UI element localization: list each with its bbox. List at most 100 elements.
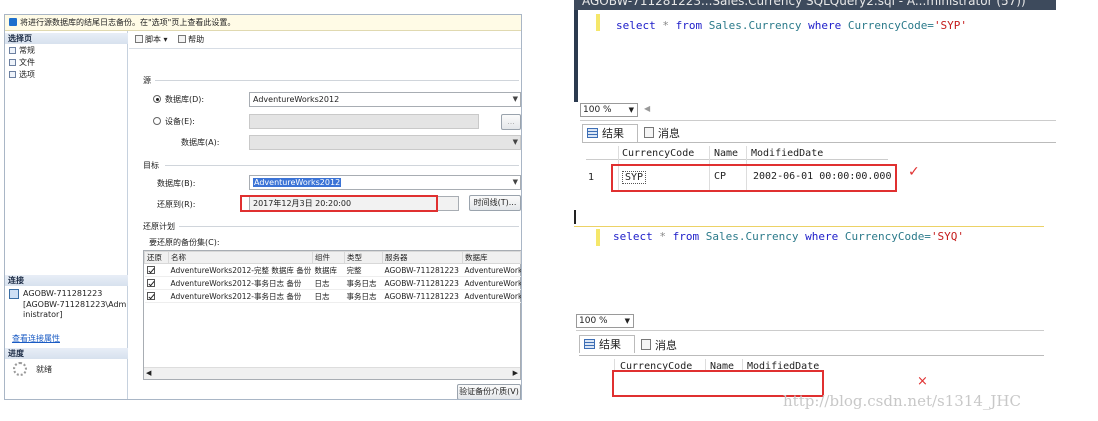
page-item-options[interactable]: 选项 bbox=[9, 69, 35, 80]
progress-header: 进度 bbox=[5, 348, 128, 359]
divider bbox=[155, 80, 519, 81]
editor-margin bbox=[574, 10, 578, 102]
backup-name: AdventureWorks2012-完整 数据库 备份 bbox=[168, 263, 313, 277]
divider bbox=[582, 142, 1056, 143]
backup-server: AGOBW-711281223 bbox=[382, 276, 463, 290]
progress-spinner-icon bbox=[13, 362, 27, 376]
document-tabs: AGOBW-711281223...Sales.Currency SQLQuer… bbox=[574, 0, 1056, 10]
backup-database: AdventureWorks2012 bbox=[462, 263, 521, 277]
divider bbox=[579, 355, 1044, 356]
right-pane: 脚本 ▾ 帮助 源 数据库(D): AdventureWorks2012 ▼ 设备… bbox=[129, 31, 521, 399]
backup-database: AdventureWorks2012 bbox=[462, 289, 521, 303]
row-number: 1 bbox=[588, 172, 595, 183]
backup-name: AdventureWorks2012-事务日志 备份 bbox=[168, 289, 313, 303]
annotation-red-box bbox=[240, 195, 438, 212]
table-row: AdventureWorks2012-完整 数据库 备份 数据库 完整 AGOB… bbox=[144, 263, 521, 277]
column-header[interactable]: ModifiedDate bbox=[751, 148, 823, 159]
query-window-2: select * from Sales.Currency where Curre… bbox=[574, 210, 1044, 400]
destination-database-label: 数据库(B): bbox=[157, 179, 196, 188]
restore-checkbox[interactable] bbox=[146, 278, 155, 287]
radio-selected-icon bbox=[153, 95, 161, 103]
info-icon bbox=[9, 18, 17, 26]
backup-type: 完整 bbox=[344, 263, 383, 277]
page-item-general[interactable]: 常规 bbox=[9, 45, 35, 56]
column-header[interactable]: 服务器 bbox=[382, 251, 463, 264]
page-icon bbox=[9, 59, 16, 66]
backup-server: AGOBW-711281223 bbox=[382, 263, 463, 277]
backup-component: 数据库 bbox=[312, 263, 345, 277]
column-header[interactable]: 类型 bbox=[344, 251, 383, 264]
tab-messages[interactable]: 消息 bbox=[640, 125, 694, 143]
select-page-header: 选择页 bbox=[5, 33, 128, 44]
tab-results[interactable]: 结果 bbox=[579, 335, 635, 353]
source-device-radio[interactable]: 设备(E): bbox=[153, 116, 195, 127]
divider bbox=[580, 120, 1056, 121]
column-header[interactable]: 名称 bbox=[168, 251, 313, 264]
left-pane: 选择页 常规 文件 选项 连接 AGOBW-711281223 [AGOBW-7… bbox=[5, 31, 128, 399]
tab-results[interactable]: 结果 bbox=[582, 124, 638, 142]
table-row: AdventureWorks2012-事务日志 备份 日志 事务日志 AGOBW… bbox=[144, 276, 521, 290]
chevron-down-icon: ▼ bbox=[512, 95, 518, 103]
help-icon bbox=[178, 35, 187, 43]
source-database-radio[interactable]: 数据库(D): bbox=[153, 94, 204, 105]
scroll-right-icon[interactable]: ▶ bbox=[513, 369, 518, 377]
restore-to-label: 还原到(R): bbox=[157, 200, 196, 209]
radio-unselected-icon bbox=[153, 117, 161, 125]
column-header[interactable]: Name bbox=[714, 148, 738, 159]
backup-name: AdventureWorks2012-事务日志 备份 bbox=[168, 276, 313, 290]
results-grid-icon bbox=[587, 128, 598, 138]
backup-sets-label: 要还原的备份集(C): bbox=[149, 238, 220, 247]
editor-margin bbox=[574, 210, 576, 224]
check-mark-icon: ✓ bbox=[908, 164, 920, 180]
source-device-input[interactable] bbox=[249, 114, 479, 129]
divider bbox=[165, 165, 519, 166]
script-icon bbox=[135, 35, 143, 43]
destination-database-select[interactable]: AdventureWorks2012 ▼ bbox=[249, 175, 521, 190]
messages-icon bbox=[641, 339, 651, 350]
page-icon bbox=[9, 71, 16, 78]
chevron-down-icon: ▼ bbox=[512, 138, 518, 146]
zoom-select[interactable]: 100 % ▼ bbox=[576, 314, 634, 328]
help-button[interactable]: 帮助 bbox=[178, 31, 204, 49]
scroll-left-icon[interactable]: ◀ bbox=[644, 104, 650, 113]
restore-checkbox[interactable] bbox=[146, 291, 155, 300]
connection-server: AGOBW-711281223 bbox=[23, 289, 103, 298]
divider bbox=[576, 330, 1044, 331]
source-device-db-select[interactable]: ▼ bbox=[249, 135, 521, 150]
browse-device-button[interactable]: ... bbox=[501, 114, 521, 130]
restore-checkbox[interactable] bbox=[146, 265, 155, 274]
source-database-select[interactable]: AdventureWorks2012 ▼ bbox=[249, 92, 521, 107]
page-item-files[interactable]: 文件 bbox=[9, 57, 35, 68]
change-tracking-bar bbox=[596, 229, 600, 246]
verify-backup-media-button[interactable]: 验证备份介质(V) bbox=[457, 384, 521, 399]
scroll-left-icon[interactable]: ◀ bbox=[146, 369, 151, 377]
tab-messages[interactable]: 消息 bbox=[637, 337, 691, 355]
sql-editor-line[interactable]: select * from Sales.Currency where Curre… bbox=[613, 230, 964, 243]
script-button[interactable]: 脚本 ▾ bbox=[135, 31, 168, 49]
annotation-red-box bbox=[611, 164, 897, 192]
sql-editor-line[interactable]: select * from Sales.Currency where Curre… bbox=[616, 19, 967, 32]
table-row: AdventureWorks2012-事务日志 备份 日志 事务日志 AGOBW… bbox=[144, 289, 521, 303]
column-header[interactable]: CurrencyCode bbox=[622, 148, 694, 159]
watermark: http://blog.csdn.net/s1314_JHC bbox=[783, 392, 1021, 410]
results-grid-icon bbox=[584, 339, 595, 349]
divider bbox=[574, 226, 1044, 227]
chevron-down-icon: ▼ bbox=[624, 317, 630, 325]
document-tabs-text[interactable]: AGOBW-711281223...Sales.Currency SQLQuer… bbox=[582, 0, 1026, 8]
view-connection-properties-link[interactable]: 查看连接属性 bbox=[12, 333, 60, 344]
restore-database-dialog: 将进行源数据库的结尾日志备份。在"选项"页上查看此设置。 选择页 常规 文件 选… bbox=[4, 14, 522, 400]
destination-group-title: 目标 bbox=[143, 161, 159, 170]
column-header[interactable]: 还原 bbox=[144, 251, 169, 264]
messages-icon bbox=[644, 127, 654, 138]
timeline-button[interactable]: 时间线(T)... bbox=[469, 195, 521, 211]
backup-component: 日志 bbox=[312, 289, 345, 303]
column-header[interactable]: 组件 bbox=[312, 251, 345, 264]
backup-component: 日志 bbox=[312, 276, 345, 290]
horizontal-scrollbar[interactable]: ◀ ▶ bbox=[144, 367, 520, 379]
source-group-title: 源 bbox=[143, 76, 151, 85]
backup-server: AGOBW-711281223 bbox=[382, 289, 463, 303]
connection-header: 连接 bbox=[5, 275, 128, 286]
column-header[interactable]: 数据库 bbox=[462, 251, 521, 264]
zoom-select[interactable]: 100 % ▼ bbox=[580, 103, 638, 117]
info-message-bar: 将进行源数据库的结尾日志备份。在"选项"页上查看此设置。 bbox=[5, 15, 521, 31]
